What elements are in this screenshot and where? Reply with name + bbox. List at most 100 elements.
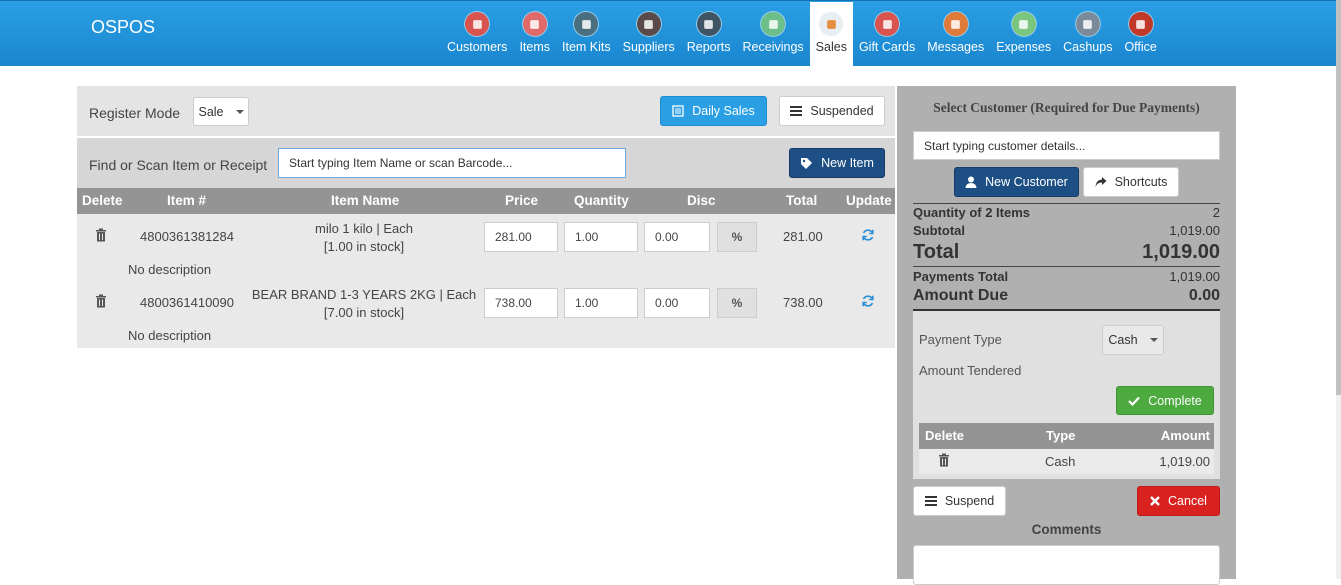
quantity-input[interactable]: 1.00 xyxy=(564,222,638,252)
receivings-icon xyxy=(761,12,786,36)
nav-item-reports[interactable]: Reports xyxy=(681,2,737,67)
quantity-row: Quantity of 2 Items 2 xyxy=(913,205,1220,220)
new-customer-label: New Customer xyxy=(985,175,1068,189)
nav-item-label: Expenses xyxy=(996,40,1052,54)
trash-icon[interactable] xyxy=(937,453,951,470)
discount-type-toggle[interactable]: % xyxy=(717,288,757,318)
item-total: 281.00 xyxy=(783,229,823,244)
new-item-button[interactable]: New Item xyxy=(789,148,885,178)
register-mode-value: Sale xyxy=(198,104,224,119)
item-description: No description xyxy=(128,328,212,343)
page-scrollbar[interactable] xyxy=(1336,0,1341,579)
amount-tendered-label: Amount Tendered xyxy=(919,363,1022,378)
comments-label: Comments xyxy=(1031,522,1102,537)
suspend-button[interactable]: Suspend xyxy=(913,486,1006,516)
new-item-label: New Item xyxy=(821,156,874,170)
item-description: No description xyxy=(128,262,212,277)
total-row: Total 1,019.00 xyxy=(913,241,1220,264)
nav-item-label: Receivings xyxy=(742,40,804,54)
item-total: 738.00 xyxy=(783,295,823,310)
subtotal-row: Subtotal 1,019.00 xyxy=(913,223,1220,238)
item-name[interactable]: milo 1 kilo | Each xyxy=(242,220,486,238)
reports-icon xyxy=(696,12,721,36)
find-item-label: Find or Scan Item or Receipt xyxy=(89,157,268,173)
subtotal-value: 1,019.00 xyxy=(1169,223,1220,238)
customer-search-input[interactable]: Start typing customer details... xyxy=(913,131,1220,160)
item-name-cell: milo 1 kilo | Each [1.00 in stock] xyxy=(242,220,486,256)
nav-item-customers[interactable]: Customers xyxy=(441,2,513,67)
nav-item-item-kits[interactable]: Item Kits xyxy=(556,2,617,67)
item-number: 4800361381284 xyxy=(140,229,234,244)
cart-table-header: Delete Item # Item Name Price Quantity D… xyxy=(77,188,895,214)
complete-button[interactable]: Complete xyxy=(1116,386,1214,415)
payment-box: Payment Type Cash Amount Tendered Comple… xyxy=(913,311,1220,479)
col-quantity: Quantity xyxy=(574,193,629,208)
shortcuts-label: Shortcuts xyxy=(1114,175,1168,189)
nav-item-label: Sales xyxy=(815,40,847,54)
daily-sales-button[interactable]: Daily Sales xyxy=(660,96,767,126)
nav-item-cashups[interactable]: Cashups xyxy=(1057,2,1118,67)
col-item-name: Item Name xyxy=(331,193,400,208)
complete-label: Complete xyxy=(1148,393,1202,408)
item-name[interactable]: BEAR BRAND 1-3 YEARS 2KG | Each xyxy=(242,286,486,304)
col-total: Total xyxy=(786,193,818,208)
scrollbar-thumb[interactable] xyxy=(1336,0,1341,395)
discount-input[interactable]: 0.00 xyxy=(644,288,710,318)
register-mode-dropdown[interactable]: Sale xyxy=(193,97,249,126)
new-customer-button[interactable]: New Customer xyxy=(954,167,1079,197)
nav-item-receivings[interactable]: Receivings xyxy=(737,2,810,67)
brand-logo[interactable]: OSPOS xyxy=(91,17,155,38)
payments-table-header: Delete Type Amount xyxy=(919,423,1214,449)
amount-due-row: Amount Due 0.00 xyxy=(913,287,1220,305)
cancel-button[interactable]: Cancel xyxy=(1137,486,1220,516)
nav-item-label: Office xyxy=(1124,40,1157,54)
suspended-label: Suspended xyxy=(810,104,874,118)
item-search-input[interactable]: Start typing Item Name or scan Barcode..… xyxy=(278,148,626,178)
comments-textarea[interactable] xyxy=(913,545,1220,585)
nav-item-expenses[interactable]: Expenses xyxy=(990,2,1057,67)
col-type: Type xyxy=(1046,428,1076,443)
payments-total-row: Payments Total 1,019.00 xyxy=(913,269,1220,284)
refresh-icon[interactable] xyxy=(861,294,875,313)
checkmark-icon xyxy=(1128,396,1141,406)
nav-item-sales[interactable]: Sales xyxy=(809,2,853,67)
payment-type-label: Payment Type xyxy=(919,332,1002,347)
shortcuts-button[interactable]: Shortcuts xyxy=(1083,167,1179,197)
price-input[interactable]: 281.00 xyxy=(484,222,558,252)
col-amount: Amount xyxy=(1160,428,1210,443)
quantity-input[interactable]: 1.00 xyxy=(564,288,638,318)
price-input[interactable]: 738.00 xyxy=(484,288,558,318)
nav-item-items[interactable]: Items xyxy=(513,2,556,67)
nav-item-messages[interactable]: Messages xyxy=(921,2,990,67)
select-customer-title: Select Customer (Required for Due Paymen… xyxy=(933,100,1200,115)
quantity-label: Quantity of 2 Items xyxy=(913,205,1031,220)
cart-table-body: 4800361381284 milo 1 kilo | Each [1.00 i… xyxy=(77,214,895,348)
discount-input[interactable]: 0.00 xyxy=(644,222,710,252)
register-mode-label: Register Mode xyxy=(89,105,181,121)
item-stock: [1.00 in stock] xyxy=(323,239,405,254)
suspended-button[interactable]: Suspended xyxy=(779,96,885,126)
list-lines-icon xyxy=(790,106,803,116)
total-value: 1,019.00 xyxy=(1142,241,1220,263)
trash-icon[interactable] xyxy=(94,228,108,247)
trash-icon[interactable] xyxy=(94,294,108,313)
payments-total-label: Payments Total xyxy=(913,269,1009,284)
divider xyxy=(913,266,1220,267)
nav-item-office[interactable]: Office xyxy=(1118,2,1162,67)
nav-item-label: Messages xyxy=(927,40,985,54)
nav-item-gift-cards[interactable]: Gift Cards xyxy=(853,2,921,67)
col-price: Price xyxy=(505,193,539,208)
quantity-value: 2 xyxy=(1212,205,1220,220)
payment-type: Cash xyxy=(1045,454,1076,469)
item-name-cell: BEAR BRAND 1-3 YEARS 2KG | Each [7.00 in… xyxy=(242,286,486,322)
col-delete: Delete xyxy=(82,193,123,208)
discount-type-toggle[interactable]: % xyxy=(717,222,757,252)
tag-icon xyxy=(801,157,813,169)
register-mode-panel: Register Mode Sale Daily Sales Suspended xyxy=(77,86,895,136)
refresh-icon[interactable] xyxy=(861,228,875,247)
payment-type-dropdown[interactable]: Cash xyxy=(1102,325,1164,355)
col-delete: Delete xyxy=(925,428,965,443)
nav-item-suppliers[interactable]: Suppliers xyxy=(617,2,681,67)
nav-item-label: Reports xyxy=(686,40,731,54)
cashups-icon xyxy=(1075,12,1100,36)
